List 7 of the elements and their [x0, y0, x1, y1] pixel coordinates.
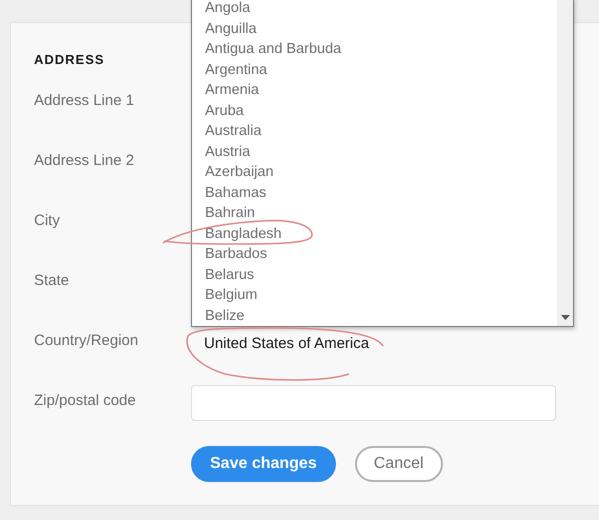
field-label: Zip/postal code: [34, 392, 137, 408]
field-label: City: [34, 212, 61, 228]
section-title: ADDRESS: [34, 52, 105, 68]
field-label: Country/Region: [34, 332, 140, 348]
field-label: Address Line 1: [34, 92, 136, 108]
field-label: Address Line 2: [34, 152, 136, 168]
field-label: State: [34, 272, 70, 288]
